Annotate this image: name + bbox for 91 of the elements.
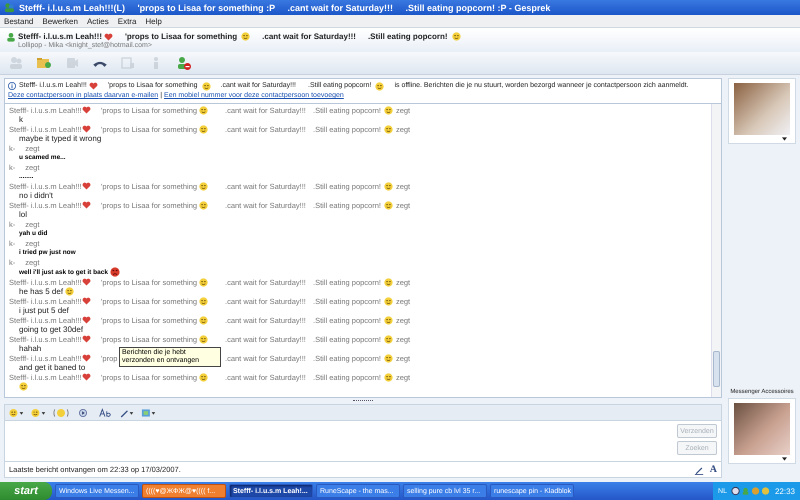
scrollbar[interactable]: [711, 104, 721, 397]
smiley-icon: [384, 334, 393, 344]
smiley-icon: [384, 124, 393, 134]
message-text: k: [19, 115, 23, 124]
photo-placeholder: [734, 403, 790, 455]
window-title: Stefff- i.l.u.s.m Leah!!!(L) 'props to Lisaa for something :P .cant wait for Saturday!!! .Still eating popcorn! :P - Gesprek: [19, 2, 550, 12]
status-text: .cant wait for Saturday!!!: [262, 32, 356, 41]
smiley-icon: [384, 182, 393, 190]
smiley-icon: [199, 106, 208, 114]
smiley-icon: [199, 200, 208, 210]
angry-face-icon: [110, 267, 120, 277]
smiley-icon: [384, 200, 393, 210]
heart-icon: [82, 125, 91, 133]
status-text: .Still eating popcorn!: [368, 32, 448, 41]
smiley-icon: [452, 32, 460, 41]
wink-button[interactable]: [31, 408, 47, 418]
people-icon: [4, 2, 15, 13]
menu-item[interactable]: Extra: [118, 16, 136, 26]
font-button[interactable]: A: [710, 464, 717, 475]
camera-icon: [64, 55, 80, 71]
heart-icon: [82, 182, 91, 190]
message-text: going to get 30def: [19, 325, 84, 334]
heart-icon: [82, 316, 91, 324]
info-icon: [8, 82, 16, 90]
background-button[interactable]: [141, 408, 157, 418]
message-text: and get it baned to: [19, 363, 86, 372]
heart-icon: [104, 32, 113, 40]
heart-icon: [82, 106, 91, 114]
smiley-icon: [199, 296, 208, 306]
emoticon-button[interactable]: [9, 408, 25, 418]
message-text: hahah: [19, 344, 42, 353]
heart-icon: [82, 297, 91, 305]
start-button[interactable]: start: [0, 482, 52, 500]
smiley-icon: [199, 316, 208, 324]
wink-icon: [31, 408, 47, 418]
font-icon: [97, 408, 113, 418]
caret-icon[interactable]: [782, 137, 787, 141]
heart-icon: [88, 82, 98, 90]
smiley-icon: [202, 82, 211, 90]
heart-icon: [82, 278, 91, 286]
folder-button[interactable]: [36, 55, 52, 71]
smiley-icon: [199, 334, 208, 344]
smiley-icon: [199, 124, 208, 134]
smiley-icon: [384, 372, 393, 382]
smiley-icon: [384, 316, 393, 324]
clock: 22:33: [774, 486, 795, 496]
pen-icon[interactable]: [694, 464, 704, 474]
scrollbar-thumb[interactable]: [713, 351, 720, 387]
nudge-button[interactable]: [53, 408, 69, 418]
font-button[interactable]: [97, 408, 113, 418]
menu-item[interactable]: Bewerken: [42, 16, 78, 26]
message-text: no i didn't: [19, 191, 53, 200]
window-icon: [120, 55, 136, 71]
blocked-person-icon: [176, 55, 192, 71]
caret-icon[interactable]: [782, 457, 787, 461]
contact-name: Stefff- i.l.u.s.m Leah!!!: [18, 32, 102, 41]
heart-icon: [82, 373, 91, 381]
heart-icon: [82, 354, 91, 362]
picture-icon: [141, 408, 157, 418]
smiley-icon: [375, 82, 384, 90]
smiley-icon: [19, 382, 28, 391]
smiley-icon: [199, 372, 208, 382]
smiley-icon: [384, 354, 393, 362]
heart-icon: [82, 201, 91, 209]
resize-handle[interactable]: [353, 400, 373, 402]
ink-button[interactable]: [119, 408, 135, 418]
shaking-face-icon: [53, 408, 69, 418]
smiley-icon: [199, 278, 208, 286]
smiley-icon: [384, 296, 393, 306]
message-text: lol: [19, 210, 28, 219]
message-text: i just put 5 def: [19, 306, 69, 315]
smiley-icon: [241, 32, 250, 41]
smiley-icon: [199, 182, 208, 190]
menu-item[interactable]: Acties: [86, 16, 109, 26]
status-text: 'props to Lisaa for something: [125, 32, 238, 41]
person-icon: [6, 32, 16, 42]
menu-item[interactable]: Help: [145, 16, 162, 26]
block-button[interactable]: [176, 55, 192, 71]
message-text: he has 5 def: [19, 287, 64, 296]
pen-icon: [119, 408, 135, 418]
people-icon: [8, 55, 24, 71]
smiley-icon: [65, 287, 74, 296]
tray-icons-drawing[interactable]: [730, 486, 771, 496]
smiley-icon: [384, 106, 393, 114]
folder-icon: [36, 55, 52, 71]
menu-item[interactable]: Bestand: [4, 16, 34, 26]
message-text: maybe it typed it wrong: [19, 134, 102, 143]
smiley-icon: [9, 408, 25, 418]
smiley-icon: [384, 278, 393, 286]
heart-icon: [82, 335, 91, 343]
photo-placeholder: [734, 83, 790, 135]
